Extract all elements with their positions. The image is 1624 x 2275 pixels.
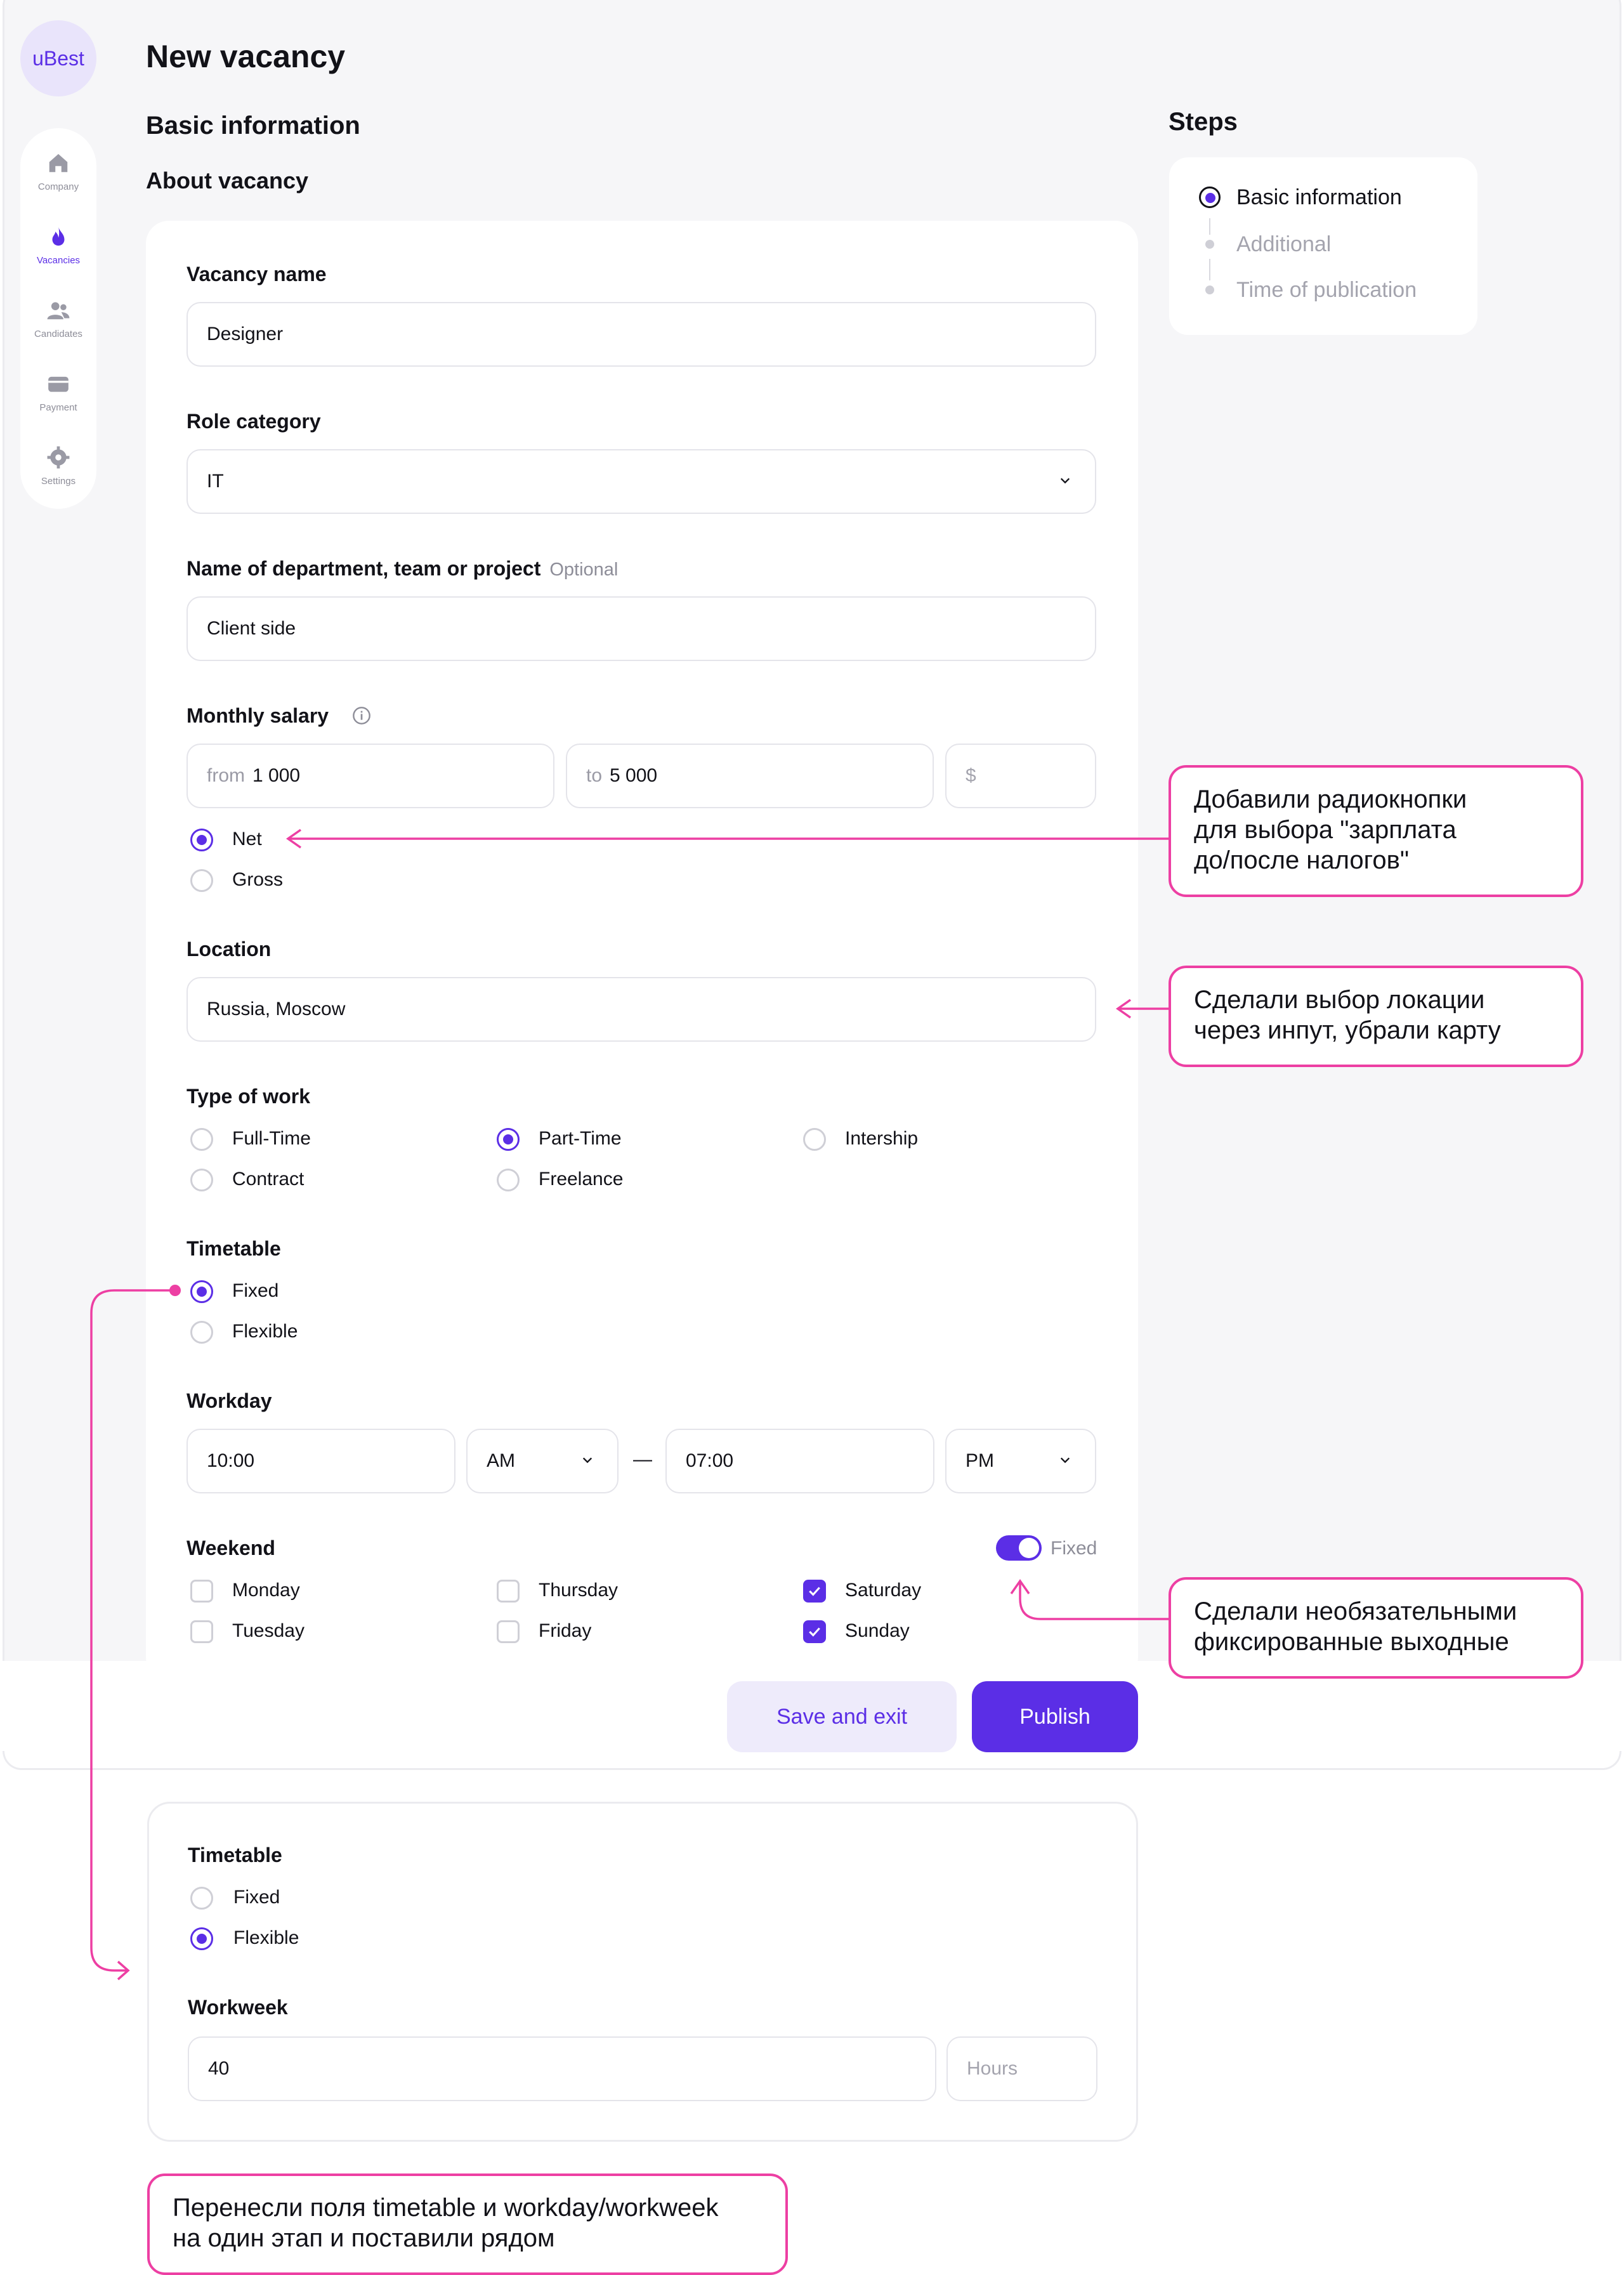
annotation-line: Добавили радиокнопки (1194, 785, 1467, 813)
annotation-line: до/после налогов" (1194, 846, 1410, 874)
annotation-line: Перенесли поля timetable и workday/workw… (173, 2194, 719, 2222)
annotation-line: на один этап и поставили рядом (173, 2224, 555, 2252)
annotation-line: Сделали необязательными (1194, 1597, 1517, 1625)
annotation-arrows (90, 829, 1169, 1981)
salary-annotation: Добавили радиокнопки для выбора "зарплат… (1169, 765, 1583, 897)
timetable-annotation: Перенесли поля timetable и workday/workw… (147, 2173, 788, 2275)
weekend-annotation: Сделали необязательными фиксированные вы… (1169, 1577, 1583, 1679)
annotation-line: для выбора "зарплата (1194, 816, 1457, 844)
annotation-line: через инпут, убрали карту (1194, 1016, 1501, 1044)
annotation-line: фиксированные выходные (1194, 1628, 1509, 1656)
location-annotation: Сделали выбор локации через инпут, убрал… (1169, 966, 1583, 1067)
annotation-line: Сделали выбор локации (1194, 986, 1485, 1014)
